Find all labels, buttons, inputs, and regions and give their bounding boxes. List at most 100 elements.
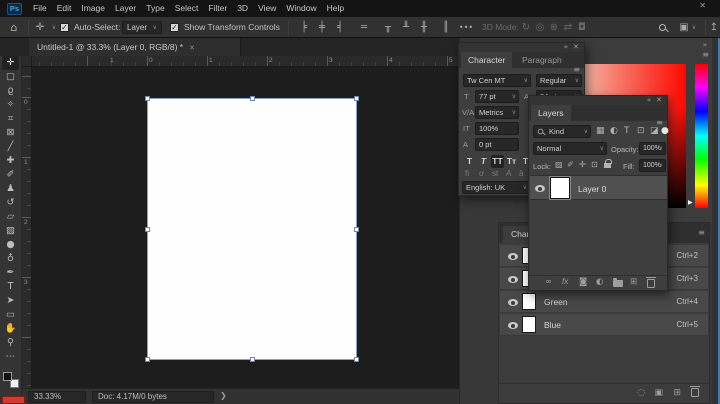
blur-tool[interactable]: ● bbox=[2, 238, 19, 252]
opacity-dropdown[interactable]: 100% ∨ bbox=[639, 142, 666, 155]
language-dropdown[interactable]: English: UK ∨ bbox=[462, 181, 530, 194]
transform-handle[interactable] bbox=[145, 96, 150, 101]
foreground-background-swatches[interactable] bbox=[3, 372, 21, 390]
filter-kind-dropdown[interactable]: Kind ∨ bbox=[533, 125, 591, 138]
foreground-swatch-red[interactable] bbox=[2, 396, 25, 404]
filter-type-layers-icon[interactable]: T bbox=[624, 126, 630, 136]
layer-row[interactable]: Layer 0 bbox=[530, 175, 667, 200]
horizontal-ruler[interactable]: 1 0 1 2 3 4 5 bbox=[22, 56, 459, 67]
photoshop-logo-icon[interactable]: Ps bbox=[7, 2, 22, 15]
window-close-icon[interactable]: ✕ bbox=[699, 1, 706, 10]
menu-item[interactable]: Layer bbox=[110, 0, 141, 17]
vertical-scale-field[interactable]: 100% bbox=[475, 122, 519, 135]
load-selection-icon[interactable]: ◌ bbox=[637, 388, 645, 398]
auto-select-checkbox[interactable]: ✓ bbox=[60, 23, 69, 32]
lasso-tool[interactable]: ϱ bbox=[2, 84, 19, 98]
collapse-panel-icon[interactable]: « bbox=[564, 43, 568, 52]
quick-selection-tool[interactable]: ✧ bbox=[2, 98, 19, 112]
panel-menu-icon[interactable]: ≡ bbox=[702, 50, 709, 59]
layer-style-fx-icon[interactable]: fx bbox=[562, 277, 568, 286]
distribute-v-icon[interactable]: ║ bbox=[438, 17, 454, 38]
eyedropper-tool[interactable]: ╱ bbox=[2, 140, 19, 154]
font-family-dropdown[interactable]: Tw Cen MT ∨ bbox=[463, 74, 531, 87]
align-left-icon[interactable]: ╞ bbox=[296, 17, 312, 38]
document-tab[interactable]: Untitled-1 @ 33.3% (Layer 0, RGB/8) * ✕ bbox=[29, 38, 241, 56]
eraser-tool[interactable]: ▱ bbox=[2, 210, 19, 224]
transform-handle[interactable] bbox=[354, 96, 359, 101]
tab-paragraph[interactable]: Paragraph bbox=[515, 52, 569, 68]
lock-image-pixels-icon[interactable]: ✐ bbox=[567, 160, 574, 169]
menu-item[interactable]: Filter bbox=[203, 0, 232, 17]
baseline-shift-field[interactable]: 0 pt bbox=[475, 138, 519, 151]
menu-item[interactable]: Edit bbox=[52, 0, 77, 17]
align-right-icon[interactable]: ╡ bbox=[332, 17, 348, 38]
ligature-button[interactable]: ơ bbox=[479, 169, 484, 178]
filter-pixel-layers-icon[interactable]: ▦ bbox=[596, 126, 605, 136]
menu-item[interactable]: File bbox=[28, 0, 52, 17]
align-top-icon[interactable]: ╥ bbox=[380, 17, 396, 38]
transform-handle[interactable] bbox=[354, 357, 359, 362]
channel-row[interactable]: Green Ctrl+4 bbox=[500, 291, 708, 313]
distribute-h-icon[interactable]: ═ bbox=[356, 17, 372, 38]
path-selection-tool[interactable]: ➤ bbox=[2, 294, 19, 308]
tab-close-icon[interactable]: ✕ bbox=[189, 44, 195, 52]
filter-shape-layers-icon[interactable]: ⊡ bbox=[637, 126, 645, 136]
new-group-icon[interactable] bbox=[613, 278, 623, 287]
new-channel-icon[interactable]: ⊞ bbox=[673, 388, 681, 398]
clone-stamp-tool[interactable]: ♟ bbox=[2, 182, 19, 196]
save-selection-as-channel-icon[interactable]: ▣ bbox=[654, 388, 663, 398]
more-options-icon[interactable]: ••• bbox=[458, 17, 474, 38]
filter-toggle-icon[interactable]: ● bbox=[661, 126, 669, 136]
visibility-eye-icon[interactable] bbox=[508, 276, 518, 283]
shape-tool[interactable]: ▭ bbox=[2, 308, 19, 322]
font-size-dropdown[interactable]: 77 pt ∨ bbox=[475, 90, 519, 103]
document-canvas[interactable] bbox=[145, 96, 359, 362]
pen-tool[interactable]: ✒ bbox=[2, 266, 19, 280]
hue-slider[interactable] bbox=[695, 64, 708, 208]
visibility-eye-icon[interactable] bbox=[508, 322, 518, 329]
gradient-tool[interactable]: ▨ bbox=[2, 224, 19, 238]
faux-bold-button[interactable]: T bbox=[463, 155, 476, 168]
status-expander-icon[interactable]: ❯ bbox=[220, 391, 227, 400]
tab-character[interactable]: Character bbox=[461, 52, 513, 68]
lock-all-icon[interactable] bbox=[604, 159, 612, 168]
align-middle-icon[interactable]: ╨ bbox=[398, 17, 414, 38]
search-icon[interactable] bbox=[659, 24, 666, 31]
visibility-eye-icon[interactable] bbox=[535, 185, 545, 192]
canvas-area[interactable]: 1 0 1 2 3 4 5 0 1 2 3 bbox=[22, 56, 459, 388]
doc-info-field[interactable]: Doc: 4.17M/0 bytes bbox=[92, 391, 214, 403]
delete-layer-icon[interactable] bbox=[646, 277, 656, 288]
all-caps-button[interactable]: TT bbox=[491, 155, 504, 168]
hue-pointer-icon[interactable]: ▶ bbox=[688, 199, 693, 206]
history-brush-tool[interactable]: ↺ bbox=[2, 196, 19, 210]
frame-tool[interactable]: ⊠ bbox=[2, 126, 19, 140]
chevron-down-icon[interactable]: ∨ bbox=[686, 17, 702, 38]
show-transform-checkbox[interactable]: ✓ bbox=[170, 23, 179, 32]
home-icon[interactable]: ⌂ bbox=[6, 17, 22, 38]
menu-item[interactable]: 3D bbox=[232, 0, 253, 17]
marquee-tool[interactable]: ▢ bbox=[2, 70, 19, 84]
font-style-dropdown[interactable]: Regular ∨ bbox=[536, 74, 582, 87]
ligature-button[interactable]: st bbox=[492, 169, 498, 178]
delete-channel-icon[interactable] bbox=[690, 386, 700, 397]
filter-adjustment-layers-icon[interactable]: ◐ bbox=[610, 126, 618, 136]
align-bottom-icon[interactable]: ╫ bbox=[416, 17, 432, 38]
menu-item[interactable]: View bbox=[253, 0, 281, 17]
channel-row[interactable]: Blue Ctrl+5 bbox=[500, 314, 708, 336]
kerning-dropdown[interactable]: Metrics ∨ bbox=[475, 106, 519, 119]
filter-smart-objects-icon[interactable]: ◪ bbox=[650, 126, 659, 136]
visibility-eye-icon[interactable] bbox=[508, 299, 518, 306]
move-tool[interactable]: ✛ bbox=[2, 56, 19, 70]
ruler-corner[interactable] bbox=[22, 56, 32, 67]
visibility-eye-icon[interactable] bbox=[508, 253, 518, 260]
foreground-color-swatch[interactable] bbox=[3, 372, 12, 381]
menu-item[interactable]: Type bbox=[141, 0, 169, 17]
lock-position-icon[interactable]: ✛ bbox=[579, 160, 586, 169]
menu-item[interactable]: Help bbox=[322, 0, 349, 17]
type-tool[interactable]: T bbox=[2, 280, 19, 294]
fill-dropdown[interactable]: 100% ∨ bbox=[639, 159, 666, 172]
menu-item[interactable]: Image bbox=[76, 0, 110, 17]
vertical-ruler[interactable]: 0 1 2 3 bbox=[22, 67, 32, 388]
crop-tool[interactable]: ⌗ bbox=[2, 112, 19, 126]
ligature-button[interactable]: ā bbox=[519, 169, 523, 178]
